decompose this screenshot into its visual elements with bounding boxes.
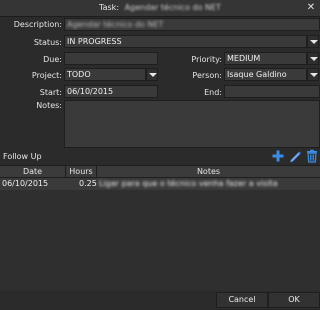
window-title: Task: Agendar técnico do NET bbox=[0, 3, 320, 12]
start-field[interactable]: 06/10/2015 bbox=[64, 85, 158, 98]
person-dropdown-arrow-icon[interactable] bbox=[307, 68, 319, 81]
priority-dropdown-arrow-icon[interactable] bbox=[307, 52, 319, 65]
row-notes: Ligar para que o técnico venha fazer a v… bbox=[99, 179, 278, 188]
delete-icon[interactable] bbox=[305, 149, 319, 163]
description-field[interactable]: Agendar técnico do NET bbox=[64, 18, 320, 31]
title-bar: Task: Agendar técnico do NET ✕ bbox=[0, 0, 320, 17]
end-field[interactable] bbox=[224, 85, 320, 98]
notes-textarea[interactable] bbox=[64, 100, 320, 148]
followup-table: Date Hours Notes 06/10/2015 0.25 Ligar p… bbox=[0, 165, 320, 291]
status-value: IN PROGRESS bbox=[67, 37, 122, 46]
window-title-name: Agendar técnico do NET bbox=[124, 3, 221, 12]
project-select[interactable]: TODO bbox=[64, 68, 146, 81]
description-label: Description: bbox=[13, 20, 62, 29]
row-hours: 0.25 bbox=[79, 179, 97, 188]
column-header-date[interactable]: Date bbox=[0, 166, 66, 178]
followup-label: Follow Up bbox=[3, 152, 42, 161]
priority-select[interactable]: MEDIUM bbox=[224, 52, 307, 65]
person-value: Isaque Galdino bbox=[227, 70, 287, 79]
notes-label: Notes: bbox=[36, 101, 62, 110]
due-field[interactable] bbox=[64, 52, 158, 65]
due-label: Due: bbox=[43, 55, 62, 64]
status-label: Status: bbox=[33, 38, 62, 47]
project-value: TODO bbox=[67, 70, 91, 79]
close-icon[interactable]: ✕ bbox=[306, 3, 316, 13]
status-dropdown-arrow-icon[interactable] bbox=[307, 35, 319, 48]
project-dropdown-arrow-icon[interactable] bbox=[146, 68, 158, 81]
row-date: 06/10/2015 bbox=[2, 179, 49, 188]
add-icon[interactable] bbox=[271, 149, 285, 163]
status-select[interactable]: IN PROGRESS bbox=[64, 35, 307, 48]
end-label: End: bbox=[204, 88, 222, 97]
person-label: Person: bbox=[192, 71, 222, 80]
cancel-button[interactable]: Cancel bbox=[216, 292, 268, 308]
column-header-hours[interactable]: Hours bbox=[66, 166, 97, 178]
window-title-prefix: Task: bbox=[99, 3, 120, 12]
description-value: Agendar técnico do NET bbox=[67, 20, 164, 29]
column-header-notes[interactable]: Notes bbox=[97, 166, 320, 178]
priority-label: Priority: bbox=[191, 55, 222, 64]
start-value: 06/10/2015 bbox=[67, 87, 114, 96]
person-select[interactable]: Isaque Galdino bbox=[224, 68, 307, 81]
table-row[interactable]: 06/10/2015 0.25 Ligar para que o técnico… bbox=[0, 178, 320, 190]
priority-value: MEDIUM bbox=[227, 54, 261, 63]
start-label: Start: bbox=[39, 88, 62, 97]
ok-button[interactable]: OK bbox=[268, 292, 320, 308]
project-label: Project: bbox=[31, 71, 62, 80]
edit-icon[interactable] bbox=[288, 149, 302, 163]
